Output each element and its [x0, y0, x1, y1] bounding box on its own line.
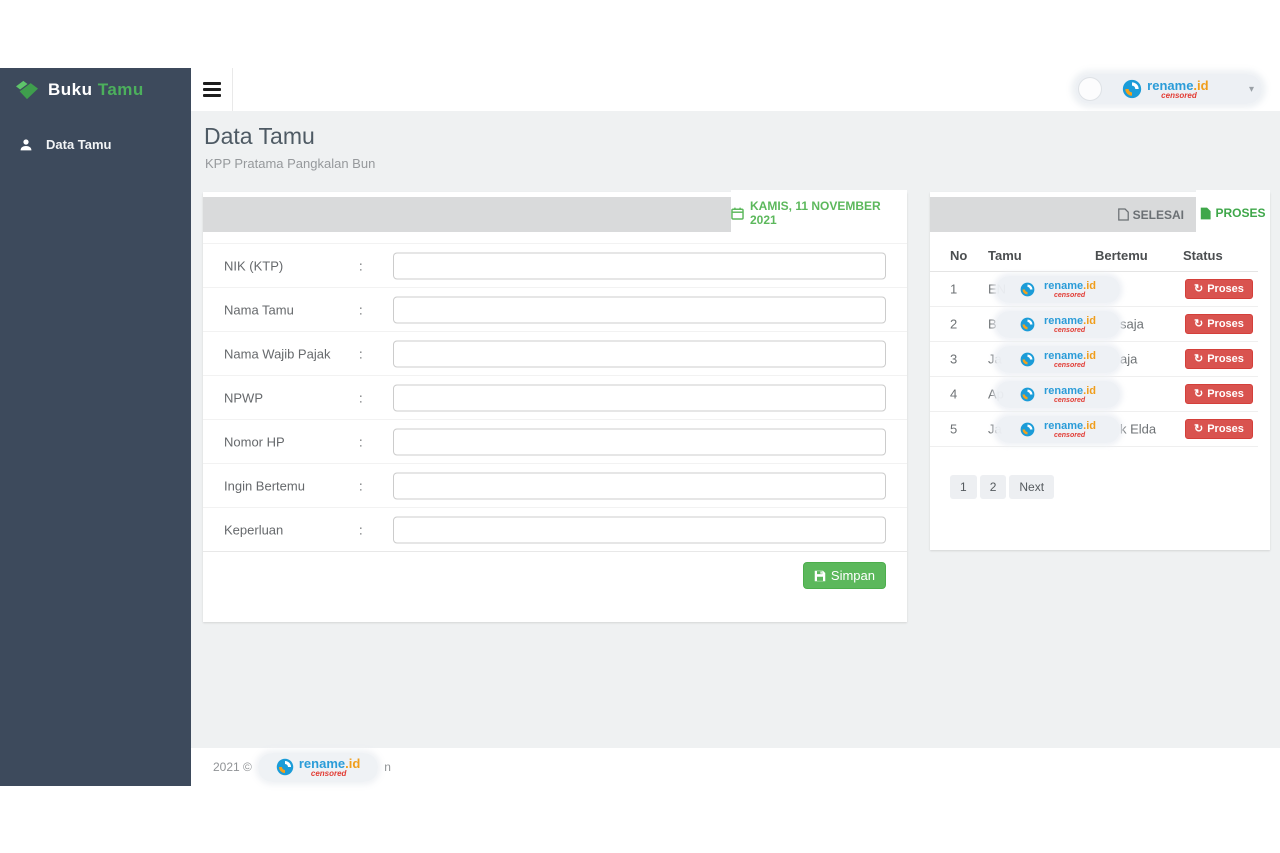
censor-watermark: rename.id censored [257, 752, 379, 782]
form-row-nik: NIK (KTP) : [203, 243, 907, 287]
form-row-nama-wajib-pajak: Nama Wajib Pajak : [203, 331, 907, 375]
file-outline-icon [1117, 208, 1129, 221]
nomor-hp-input[interactable] [393, 428, 886, 455]
avatar [1078, 77, 1102, 101]
calendar-icon [731, 207, 744, 220]
ingin-bertemu-input[interactable] [393, 472, 886, 499]
guest-form-card: KAMIS, 11 NOVEMBER 2021 NIK (KTP) : Nama… [203, 190, 907, 622]
user-icon [19, 138, 33, 152]
proses-button[interactable]: ↻ Proses [1185, 314, 1253, 334]
form-row-ingin-bertemu: Ingin Bertemu : [203, 463, 907, 507]
proses-button[interactable]: ↻ Proses [1185, 419, 1253, 439]
brand: Buku Tamu [0, 68, 191, 111]
sidebar-item-data-tamu[interactable]: Data Tamu [0, 127, 191, 162]
censor-watermark: rename.id censored [996, 276, 1120, 303]
table-row: 5 Ja k Elda rename.id censored ↻ Proses [930, 412, 1258, 447]
brand-title: Buku Tamu [48, 79, 144, 99]
rename-id-logo-icon [1020, 317, 1035, 332]
guest-form: NIK (KTP) : Nama Tamu : Nama Wajib Pajak… [203, 243, 907, 551]
form-row-keperluan: Keperluan : [203, 507, 907, 551]
hamburger-icon [202, 82, 221, 85]
refresh-icon: ↻ [1194, 352, 1204, 365]
pagination: 1 2 Next [950, 475, 1055, 499]
date-tab-label: KAMIS, 11 NOVEMBER 2021 [750, 199, 881, 227]
form-row-nama-tamu: Nama Tamu : [203, 287, 907, 331]
rename-id-logo-icon [1020, 422, 1035, 437]
guest-list-card: SELESAI PROSES No Tamu Bertemu Status 1 … [930, 190, 1270, 550]
censor-watermark: rename.id censored [1122, 79, 1209, 100]
form-row-npwp: NPWP : [203, 375, 907, 419]
nama-wajib-pajak-input[interactable] [393, 340, 886, 367]
footer: 2021 © rename.id censored n [191, 748, 1280, 786]
page-next-button[interactable]: Next [1009, 475, 1055, 499]
footer-text-fragment: n [384, 760, 391, 774]
proses-button[interactable]: ↻ Proses [1185, 384, 1253, 404]
user-menu-censored[interactable]: rename.id censored ▾ [1075, 74, 1262, 104]
rename-id-logo-icon [1020, 387, 1035, 402]
refresh-icon: ↻ [1194, 317, 1204, 330]
table-header: No Tamu Bertemu Status [930, 242, 1258, 272]
proses-button[interactable]: ↻ Proses [1185, 279, 1253, 299]
censor-watermark: rename.id censored [996, 416, 1120, 443]
date-tab: KAMIS, 11 NOVEMBER 2021 [731, 190, 907, 236]
footer-copyright: 2021 © [213, 760, 252, 774]
form-footer: Simpan [203, 551, 907, 621]
table-body: 1 EN rename.id censored [930, 272, 1258, 447]
form-tab-strip [203, 197, 731, 232]
refresh-icon: ↻ [1194, 387, 1204, 400]
list-tab-strip: SELESAI [930, 197, 1196, 232]
tab-selesai[interactable]: SELESAI [1117, 208, 1184, 222]
censor-watermark: rename.id censored [996, 311, 1120, 338]
rename-id-logo-icon [276, 758, 294, 776]
npwp-input[interactable] [393, 384, 886, 411]
censor-watermark: rename.id censored [996, 346, 1120, 373]
censor-watermark: rename.id censored [996, 381, 1120, 408]
nik-input[interactable] [393, 252, 886, 279]
topbar: rename.id censored ▾ [191, 68, 1280, 111]
file-filled-icon [1200, 207, 1212, 220]
sidebar: Buku Tamu Data Tamu [0, 68, 191, 786]
save-icon [814, 570, 826, 582]
refresh-icon: ↻ [1194, 422, 1204, 435]
rename-id-logo-icon [1020, 352, 1035, 367]
page-2-button[interactable]: 2 [979, 475, 1007, 499]
tab-proses[interactable]: PROSES [1196, 190, 1270, 236]
table-row: 2 B saja rename.id censored ↻ Proses [930, 307, 1258, 342]
rename-id-logo-icon [1020, 282, 1035, 297]
sidebar-item-label: Data Tamu [46, 137, 112, 152]
keperluan-input[interactable] [393, 516, 886, 543]
sidebar-toggle-button[interactable] [191, 68, 233, 111]
page-subtitle: KPP Pratama Pangkalan Bun [205, 156, 376, 171]
save-button[interactable]: Simpan [802, 562, 886, 589]
content-area: Data Tamu KPP Pratama Pangkalan Bun KAMI… [191, 111, 1280, 748]
form-row-nomor-hp: Nomor HP : [203, 419, 907, 463]
page-1-button[interactable]: 1 [950, 475, 977, 499]
brand-leaf-icon [15, 79, 39, 101]
table-row: 1 EN rename.id censored [930, 272, 1258, 307]
proses-button[interactable]: ↻ Proses [1185, 349, 1253, 369]
nama-tamu-input[interactable] [393, 296, 886, 323]
page-title: Data Tamu [204, 123, 315, 149]
refresh-icon: ↻ [1194, 282, 1204, 295]
table-row: 3 Ja aja rename.id censored ↻ Proses [930, 342, 1258, 377]
rename-id-logo-icon [1123, 79, 1142, 99]
app-window: Buku Tamu Data Tamu rename.id censored ▾… [0, 68, 1280, 786]
chevron-down-icon: ▾ [1248, 83, 1254, 95]
table-row: 4 Ap rename.id censored [930, 377, 1258, 412]
